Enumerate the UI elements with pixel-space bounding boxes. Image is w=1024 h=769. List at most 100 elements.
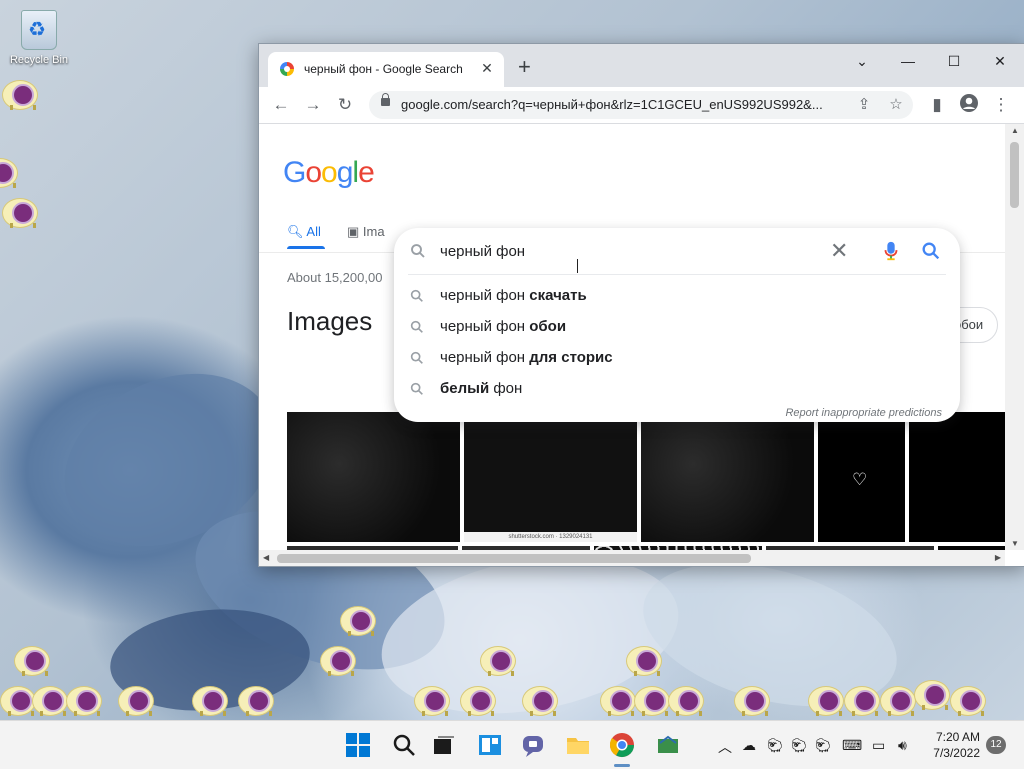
tab-all[interactable]: 🔍︎ All <box>287 224 325 249</box>
sheep-pet[interactable] <box>32 682 70 716</box>
sheep-pet[interactable] <box>844 682 882 716</box>
reload-icon[interactable]: ↻ <box>333 93 357 117</box>
scroll-down-icon[interactable]: ▼ <box>1009 539 1021 548</box>
image-result[interactable]: shutterstock.com · 1329024131 <box>464 412 637 542</box>
tab-images[interactable]: ▣ Ima <box>347 224 385 240</box>
close-window-button[interactable]: ✕ <box>985 48 1015 74</box>
clock-date[interactable]: 7/3/2022 <box>922 746 980 760</box>
taskbar-search-icon[interactable] <box>390 731 418 759</box>
image-result[interactable] <box>287 412 460 542</box>
scroll-up-icon[interactable]: ▲ <box>1009 126 1021 135</box>
vertical-scroll-thumb[interactable] <box>1010 142 1019 208</box>
recycle-bin-label: Recycle Bin <box>9 54 69 66</box>
sheep-pet[interactable] <box>340 602 378 636</box>
horizontal-scroll-thumb[interactable] <box>277 554 751 563</box>
minimize-button[interactable]: — <box>893 48 923 74</box>
sheep-pet[interactable] <box>320 642 358 676</box>
maximize-button[interactable]: ☐ <box>939 48 969 74</box>
sheep-pet[interactable] <box>118 682 156 716</box>
scroll-left-icon[interactable]: ◀ <box>263 553 269 562</box>
sheep-pet[interactable] <box>238 682 276 716</box>
tab-all-label: All <box>306 224 321 239</box>
tab-search-button[interactable]: ⌄ <box>847 48 877 74</box>
search-icon: 🔍︎ <box>287 224 304 239</box>
report-predictions-link[interactable]: Report inappropriate predictions <box>785 407 942 419</box>
suggestion-text: черный фон для сторис <box>440 349 613 366</box>
sheep-pet[interactable] <box>66 682 104 716</box>
notification-badge[interactable]: 12 <box>986 736 1006 754</box>
file-explorer-icon[interactable] <box>564 731 592 759</box>
search-query-text[interactable]: черный фон <box>440 243 525 260</box>
sheep-pet[interactable] <box>14 642 52 676</box>
teams-chat-icon[interactable] <box>520 731 548 759</box>
widgets-icon[interactable] <box>476 731 504 759</box>
suggestion-item[interactable]: черный фон скачать <box>394 280 960 311</box>
sheep-tray-icon[interactable]: 🐑︎ <box>766 737 784 754</box>
sheep-pet[interactable] <box>2 76 40 110</box>
sheep-tray-icon[interactable]: 🐑︎ <box>790 737 808 754</box>
show-hidden-icons-chevron-up-icon[interactable]: ︿ <box>718 737 732 757</box>
sheep-pet[interactable] <box>460 682 498 716</box>
vertical-scrollbar[interactable]: ▲ ▼ <box>1005 124 1024 550</box>
volume-icon[interactable]: 🔊︎ <box>898 737 907 754</box>
sheep-pet[interactable] <box>522 682 560 716</box>
scroll-right-icon[interactable]: ▶ <box>995 553 1001 562</box>
sheep-pet[interactable] <box>414 682 452 716</box>
taskbar: ︿ ☁ 🐑︎ 🐑︎ 🐑︎ ⌨ ▭ 🔊︎ 7:20 AM 7/3/2022 12 <box>0 720 1024 769</box>
suggestion-divider <box>408 274 946 275</box>
clock-time[interactable]: 7:20 AM <box>922 730 980 744</box>
recycle-bin-icon[interactable]: Recycle Bin <box>6 10 72 66</box>
suggestion-item[interactable]: черный фон для сторис <box>394 342 960 373</box>
profile-avatar-icon[interactable] <box>957 93 981 117</box>
tab-google-search[interactable]: черный фон - Google Search ✕ <box>268 52 504 87</box>
tab-close-icon[interactable]: ✕ <box>478 59 496 77</box>
suggestion-item[interactable]: черный фон обои <box>394 311 960 342</box>
start-windows-icon[interactable] <box>344 731 372 759</box>
image-result[interactable] <box>641 412 814 542</box>
address-bar[interactable]: google.com/search?q=черный+фон&rlz=1C1GC… <box>369 91 913 119</box>
network-icon[interactable]: ▭ <box>872 737 885 754</box>
search-input[interactable]: черный фон ✕ <box>394 228 960 274</box>
sheep-pet[interactable] <box>600 682 638 716</box>
image-icon: ▣ <box>347 224 360 239</box>
sheep-pet[interactable] <box>914 676 952 710</box>
sheep-pet[interactable] <box>880 682 918 716</box>
onedrive-offline-icon[interactable]: ☁ <box>742 737 756 754</box>
sheep-pet[interactable] <box>480 642 518 676</box>
sheep-tray-icon[interactable]: 🐑︎ <box>814 737 832 754</box>
bookmark-star-icon[interactable]: ☆ <box>885 94 907 116</box>
image-result[interactable]: ♡ <box>818 412 905 542</box>
sheep-pet[interactable] <box>626 642 664 676</box>
back-arrow-icon[interactable]: ← <box>269 93 293 117</box>
sheep-pet[interactable] <box>734 682 772 716</box>
sheep-pet[interactable] <box>808 682 846 716</box>
keyboard-icon[interactable]: ⌨ <box>842 737 862 754</box>
chrome-active-indicator <box>614 764 630 767</box>
sheep-pet[interactable] <box>0 154 20 188</box>
clear-search-icon[interactable]: ✕ <box>830 240 848 262</box>
search-icon <box>410 289 423 302</box>
sheep-pet[interactable] <box>668 682 706 716</box>
horizontal-scrollbar[interactable]: ◀ ▶ <box>259 550 1005 566</box>
sheep-app-icon[interactable] <box>654 731 682 759</box>
images-heading: Images <box>287 306 373 336</box>
task-view-icon[interactable] <box>430 731 458 759</box>
google-logo[interactable]: Google <box>283 156 375 190</box>
suggestion-item[interactable]: белый фон <box>394 373 960 404</box>
sheep-pet[interactable] <box>950 682 988 716</box>
image-result[interactable] <box>909 412 1005 542</box>
side-panel-icon[interactable]: ▮ <box>925 93 949 117</box>
chrome-icon[interactable] <box>608 731 636 759</box>
share-icon[interactable]: ⇪ <box>853 94 875 116</box>
menu-kebab-icon[interactable]: ⋮ <box>989 93 1013 117</box>
new-tab-button[interactable]: + <box>518 56 531 78</box>
sheep-pet[interactable] <box>192 682 230 716</box>
result-stats: About 15,200,00 <box>287 270 383 285</box>
sheep-pet[interactable] <box>2 194 40 228</box>
forward-arrow-icon[interactable]: → <box>301 93 325 117</box>
sheep-pet[interactable] <box>634 682 672 716</box>
microphone-icon[interactable] <box>882 240 900 262</box>
search-submit-icon[interactable] <box>920 240 942 262</box>
url-text[interactable]: google.com/search?q=черный+фон&rlz=1C1GC… <box>401 97 847 112</box>
suggestion-text: белый фон <box>440 380 523 397</box>
